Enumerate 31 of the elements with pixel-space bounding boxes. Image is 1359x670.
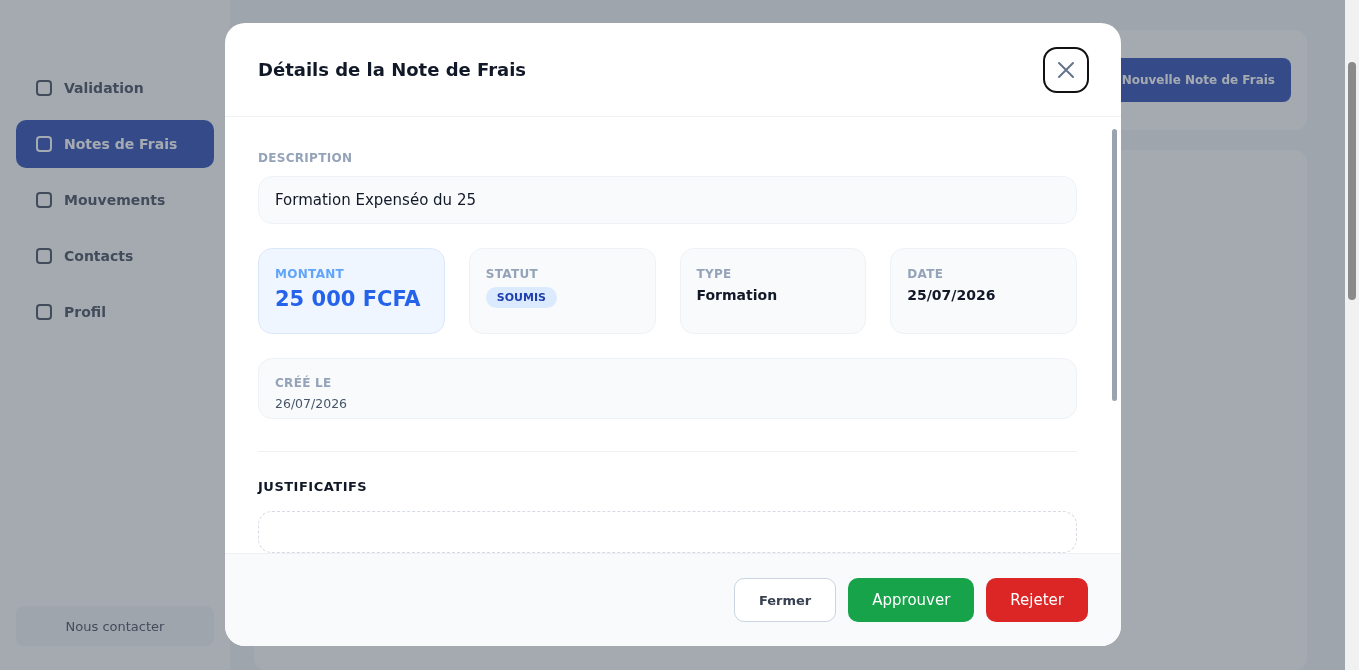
approve-button[interactable]: Approuver <box>848 578 975 622</box>
scrollbar[interactable] <box>1345 0 1359 670</box>
sidebar-item[interactable]: Validation <box>16 64 214 112</box>
nav-icon <box>36 136 52 152</box>
close-button[interactable] <box>1043 46 1089 93</box>
sidebar-item[interactable]: Notes de Frais <box>16 120 214 168</box>
reject-button[interactable]: Rejeter <box>986 578 1088 622</box>
field-label: MONTANT <box>275 266 345 281</box>
sidebar-item[interactable]: Profil <box>16 288 214 336</box>
sidebar-item[interactable]: Mouvements <box>16 176 214 224</box>
status-badge: SOUMIS <box>485 286 557 308</box>
field-label: TYPE <box>696 266 732 281</box>
field-value: Formation <box>696 286 778 303</box>
secondary-button[interactable]: Fermer <box>733 578 837 622</box>
nav-icon <box>36 248 52 264</box>
nav-icon <box>36 80 52 96</box>
modal-title: Détails de la Note de Frais <box>258 59 527 80</box>
field-value: 25/07/2026 <box>907 286 996 303</box>
nav-icon <box>36 304 52 320</box>
nav-icon <box>36 192 52 208</box>
sidebar-item[interactable]: Contacts <box>16 232 214 280</box>
section-heading: JUSTIFICATIFS <box>258 479 369 494</box>
field-label: DESCRIPTION <box>258 151 354 165</box>
field-value: 26/07/2026 <box>275 395 348 411</box>
close-icon <box>1057 60 1075 79</box>
field-label: STATUT <box>485 266 538 281</box>
field-label: DATE <box>907 266 944 281</box>
amount-value: 25 000 FCFA <box>275 286 421 311</box>
description-value: Formation Expenséo du 25 <box>258 176 1077 224</box>
contact-button[interactable]: Nous contacter <box>16 606 214 646</box>
field-label: CRÉÉ LE <box>275 375 332 390</box>
